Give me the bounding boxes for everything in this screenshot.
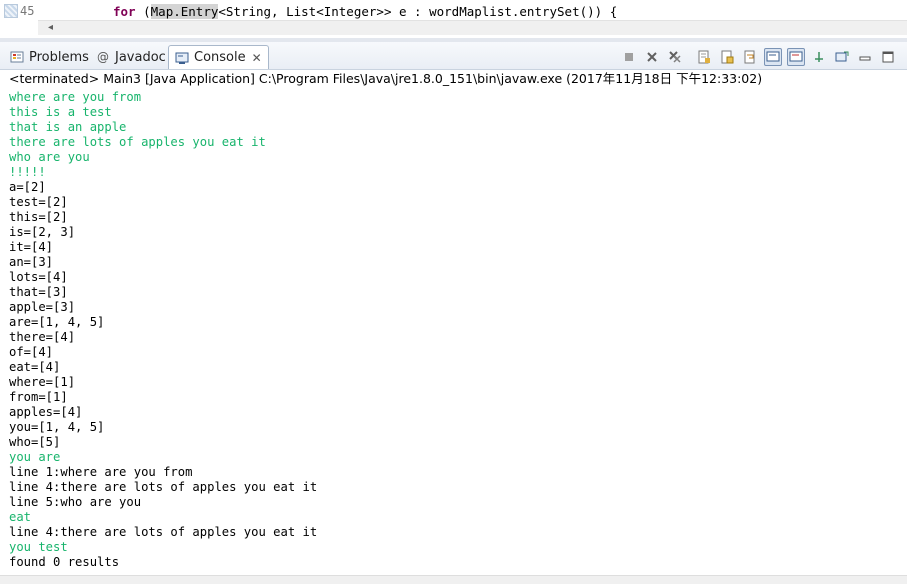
console-input-line: eat	[9, 510, 32, 524]
javadoc-at-icon: @	[97, 50, 109, 64]
console-output-line: it=[4]	[9, 240, 54, 254]
console-output-line: eat=[4]	[9, 360, 61, 374]
console-output-line: line 4:there are lots of apples you eat …	[9, 480, 318, 494]
close-icon[interactable]: ✕	[252, 51, 262, 65]
open-console-icon[interactable]	[833, 48, 851, 66]
maximize-icon[interactable]	[879, 48, 897, 66]
console-output-line: where=[1]	[9, 375, 76, 389]
show-on-stdout-icon[interactable]	[764, 48, 782, 66]
tab-console[interactable]: Console ✕	[168, 45, 269, 69]
console-output-line: who=[5]	[9, 435, 61, 449]
tab-javadoc-label: Javadoc	[115, 49, 166, 65]
clear-console-icon[interactable]	[695, 48, 713, 66]
console-output-line: line 4:there are lots of apples you eat …	[9, 525, 318, 539]
console-output[interactable]: where are you from this is a test that is …	[9, 90, 899, 570]
problems-icon	[10, 50, 24, 64]
console-input-line: you are	[9, 450, 61, 464]
code-open: (	[135, 3, 151, 19]
line-number: 45	[20, 4, 35, 18]
code-keyword: for	[113, 3, 136, 19]
console-output-line: found 0 results	[9, 555, 120, 569]
console-input-line: you test	[9, 540, 68, 554]
view-tab-bar: Problems @ Javadoc Console ✕	[0, 42, 907, 70]
console-output-line: you=[1, 4, 5]	[9, 420, 105, 434]
console-output-line: there=[4]	[9, 330, 76, 344]
console-launch-header: <terminated> Main3 [Java Application] C:…	[9, 71, 763, 86]
minimize-icon[interactable]	[856, 48, 874, 66]
console-output-line: line 1:where are you from	[9, 465, 193, 479]
console-output-line: are=[1, 4, 5]	[9, 315, 105, 329]
console-output-line: a=[2]	[9, 180, 46, 194]
console-output-line: is=[2, 3]	[9, 225, 76, 239]
console-input-line: this is a test	[9, 105, 112, 119]
tab-problems-label: Problems	[29, 49, 89, 65]
console-icon	[175, 51, 189, 65]
console-output-line: apple=[3]	[9, 300, 76, 314]
console-output-line: from=[1]	[9, 390, 68, 404]
terminate-icon[interactable]	[620, 48, 638, 66]
pin-console-icon[interactable]	[810, 48, 828, 66]
console-output-line: test=[2]	[9, 195, 68, 209]
console-output-line: this=[2]	[9, 210, 68, 224]
code-text[interactable]: for (Map.Entry<String, List<Integer>> e …	[113, 3, 618, 19]
console-output-line: of=[4]	[9, 345, 54, 359]
console-input-line: who are you	[9, 150, 90, 164]
remove-all-terminated-icon[interactable]	[666, 48, 684, 66]
console-output-line: that=[3]	[9, 285, 68, 299]
console-output-line: line 5:who are you	[9, 495, 142, 509]
console-output-line: apples=[4]	[9, 405, 83, 419]
tab-javadoc[interactable]: @ Javadoc	[90, 45, 172, 69]
console-output-line: an=[3]	[9, 255, 54, 269]
console-input-line: there are lots of apples you eat it	[9, 135, 266, 149]
scroll-left-arrow-icon[interactable]: ◂	[48, 21, 53, 35]
console-toolbar	[615, 48, 897, 66]
code-highlight: Map.Entry	[150, 3, 219, 19]
code-rest: <String, List<Integer>> e : wordMaplist.…	[218, 3, 618, 19]
remove-launch-icon[interactable]	[643, 48, 661, 66]
show-on-stderr-icon[interactable]	[787, 48, 805, 66]
override-marker-icon	[4, 4, 18, 18]
scroll-lock-icon[interactable]	[718, 48, 736, 66]
console-output-line: lots=[4]	[9, 270, 68, 284]
console-input-line: where are you from	[9, 90, 142, 104]
console-input-line: that is an apple	[9, 120, 127, 134]
console-input-line: !!!!!	[9, 165, 46, 179]
editor-area: 45 for (Map.Entry<String, List<Integer>>…	[0, 0, 907, 38]
tab-problems[interactable]: Problems	[4, 45, 95, 69]
tab-console-label: Console	[194, 50, 246, 65]
editor-horizontal-scrollbar[interactable]: ◂	[38, 20, 907, 35]
word-wrap-icon[interactable]	[741, 48, 759, 66]
editor-gutter	[0, 20, 38, 34]
editor-code-line[interactable]: 45 for (Map.Entry<String, List<Integer>>…	[0, 2, 907, 20]
